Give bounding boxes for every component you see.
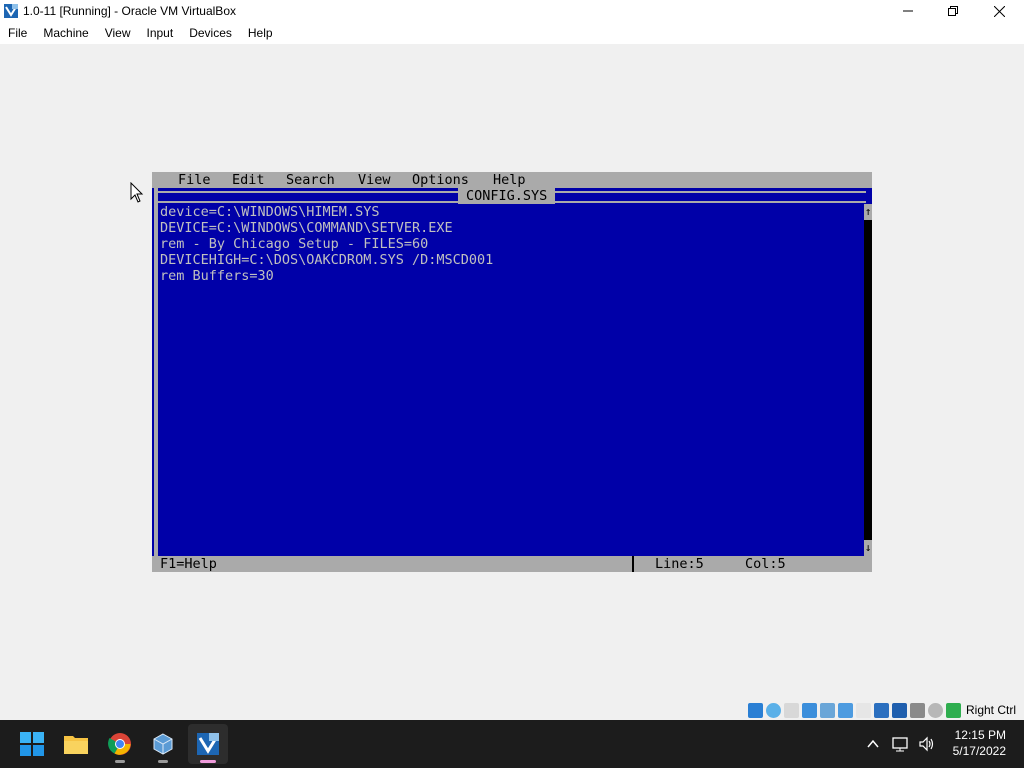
text-editor-area[interactable]: device=C:\WINDOWS\HIMEM.SYS DEVICE=C:\WI… [152,204,864,556]
dos-menu-help[interactable]: Help [493,172,526,188]
dos-menu-search[interactable]: Search [286,172,335,188]
virtualbox-icon [4,4,18,18]
file-explorer-icon [64,736,88,754]
virtualbox-manager-button[interactable] [143,724,183,764]
hard-disk-icon[interactable] [748,702,763,718]
chrome-icon [108,733,131,755]
restore-icon [948,6,958,16]
vbox-status-bar: Right Ctrl [748,700,1016,720]
host-key-indicator-icon [946,702,961,718]
virtualbox-vm-button[interactable] [188,724,228,764]
chrome-button[interactable] [100,724,140,764]
clock-time: 12:15 PM [954,728,1006,742]
active-indicator [200,760,216,763]
mouse-integration-icon[interactable] [910,702,925,718]
file-title: CONFIG.SYS [458,188,556,204]
menu-input[interactable]: Input [139,26,182,40]
help-hint: F1=Help [160,556,217,572]
editor-lines: device=C:\WINDOWS\HIMEM.SYS DEVICE=C:\WI… [160,204,493,284]
dos-menu-view[interactable]: View [358,172,391,188]
menu-machine[interactable]: Machine [35,26,96,40]
dos-menu-bar: File Edit Search View Options Help [152,172,872,188]
dos-menu-options[interactable]: Options [412,172,469,188]
column-indicator: Col:5 [745,556,786,572]
dos-status-bar: F1=Help Line:5 Col:5 [152,556,872,572]
usb-icon[interactable] [820,702,835,718]
running-indicator [158,760,168,763]
editor-line[interactable]: rem Buffers=30 [160,268,493,284]
title-bar: 1.0-11 [Running] - Oracle VM VirtualBox [0,0,1024,22]
host-key-label: Right Ctrl [966,703,1017,717]
close-icon [993,5,1005,17]
minimize-button[interactable] [885,0,931,22]
start-button[interactable] [12,724,52,764]
optical-drive-icon[interactable] [766,702,781,718]
file-explorer-button[interactable] [56,724,96,764]
mouse-pointer-icon [130,182,144,203]
dos-edit-window[interactable]: File Edit Search View Options Help CONFI… [152,172,872,572]
editor-line[interactable]: DEVICE=C:\WINDOWS\COMMAND\SETVER.EXE [160,220,493,236]
floppy-icon[interactable] [784,702,799,718]
system-tray [866,720,936,768]
network-icon[interactable] [802,702,817,718]
frame-left-border [154,188,158,556]
vertical-scrollbar[interactable]: ↑ ↓ [864,204,872,556]
editor-line[interactable]: DEVICEHIGH=C:\DOS\OAKCDROM.SYS /D:MSCD00… [160,252,493,268]
menu-devices[interactable]: Devices [181,26,240,40]
minimize-icon [903,10,913,12]
windows-start-icon [20,732,44,756]
vbox-menubar: File Machine View Input Devices Help [0,22,1024,44]
menu-help[interactable]: Help [240,26,281,40]
virtualbox-manager-icon [153,733,173,755]
window-title: 1.0-11 [Running] - Oracle VM VirtualBox [23,4,236,18]
menu-view[interactable]: View [97,26,139,40]
running-indicator [115,760,125,763]
status-divider [632,556,634,572]
chevron-up-icon[interactable] [866,737,880,751]
dos-menu-edit[interactable]: Edit [232,172,265,188]
taskbar-clock[interactable]: 12:15 PM 5/17/2022 [953,727,1006,759]
recording-icon[interactable] [874,702,889,718]
menu-file[interactable]: File [0,26,35,40]
scroll-up-arrow-icon[interactable]: ↑ [864,204,872,220]
restore-button[interactable] [930,0,976,22]
shared-folders-icon[interactable] [838,702,853,718]
cpu-icon[interactable] [892,702,907,718]
keyboard-icon[interactable] [928,702,943,718]
clock-date: 5/17/2022 [952,744,1006,758]
editor-line[interactable]: rem - By Chicago Setup - FILES=60 [160,236,493,252]
dos-menu-file[interactable]: File [178,172,211,188]
scroll-down-arrow-icon[interactable]: ↓ [864,540,872,556]
display-icon[interactable] [856,702,871,718]
line-indicator: Line:5 [655,556,704,572]
close-button[interactable] [976,0,1022,22]
volume-icon[interactable] [918,736,936,752]
editor-line[interactable]: device=C:\WINDOWS\HIMEM.SYS [160,204,493,220]
virtualbox-vm-icon [197,733,219,755]
network-icon[interactable] [892,736,910,752]
